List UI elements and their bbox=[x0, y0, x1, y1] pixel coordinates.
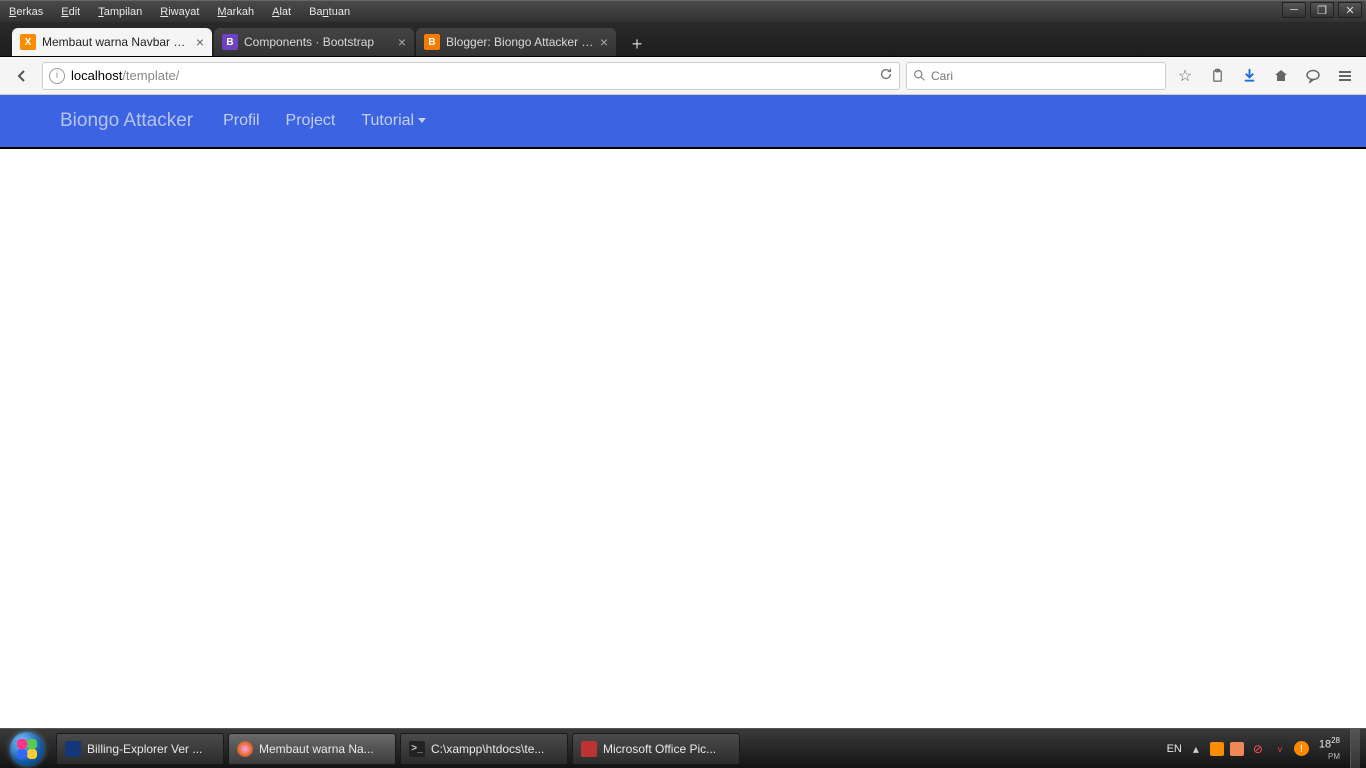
home-icon[interactable] bbox=[1268, 63, 1294, 89]
menu-tampilan[interactable]: Tampilan bbox=[89, 6, 151, 18]
navbar-brand[interactable]: Biongo Attacker bbox=[60, 110, 193, 132]
language-indicator[interactable]: EN bbox=[1167, 743, 1182, 755]
downloads-icon[interactable] bbox=[1236, 63, 1262, 89]
mspicture-icon bbox=[581, 741, 597, 757]
window-minimize-button[interactable]: ─ bbox=[1282, 2, 1306, 18]
windows-taskbar: Billing-Explorer Ver ... Membaut warna N… bbox=[0, 728, 1366, 768]
tab-strip: X Membaut warna Navbar me... × B Compone… bbox=[0, 22, 1366, 57]
taskbar-label: Membaut warna Na... bbox=[259, 742, 374, 756]
tray-app-icon[interactable] bbox=[1230, 742, 1244, 756]
system-tray: EN ▴ ⊘ v ! 1828 PM bbox=[1167, 729, 1366, 768]
taskbar-button-billing[interactable]: Billing-Explorer Ver ... bbox=[56, 733, 224, 765]
menu-alat[interactable]: Alat bbox=[263, 6, 300, 18]
browser-tab-0[interactable]: X Membaut warna Navbar me... × bbox=[12, 28, 212, 56]
clock-min: 28 bbox=[1331, 736, 1340, 745]
close-tab-icon[interactable]: × bbox=[398, 34, 406, 50]
back-button[interactable] bbox=[8, 62, 36, 90]
taskbar-label: Microsoft Office Pic... bbox=[603, 742, 716, 756]
taskbar-button-mspicture[interactable]: Microsoft Office Pic... bbox=[572, 733, 740, 765]
clock-ampm: PM bbox=[1319, 751, 1340, 762]
blogger-icon: B bbox=[424, 34, 440, 50]
taskbar-label: Billing-Explorer Ver ... bbox=[87, 742, 202, 756]
caret-down-icon bbox=[418, 118, 426, 123]
nav-link-label: Tutorial bbox=[361, 112, 414, 129]
tab-label: Components · Bootstrap bbox=[244, 35, 392, 49]
windows-orb-icon bbox=[10, 732, 44, 766]
page-viewport: Biongo Attacker Profil Project Tutorial bbox=[0, 95, 1366, 728]
url-path: /template/ bbox=[122, 68, 179, 83]
nav-link-tutorial[interactable]: Tutorial bbox=[361, 112, 426, 130]
search-icon bbox=[913, 69, 926, 82]
tray-chevron-icon[interactable]: ▴ bbox=[1188, 741, 1204, 757]
hamburger-menu-icon[interactable] bbox=[1332, 63, 1358, 89]
browser-tab-2[interactable]: B Blogger: Biongo Attacker - ... × bbox=[416, 28, 616, 56]
url-host: localhost bbox=[71, 68, 122, 83]
taskbar-clock[interactable]: 1828 PM bbox=[1315, 735, 1344, 762]
app-icon bbox=[65, 741, 81, 757]
xampp-icon: X bbox=[20, 34, 36, 50]
nav-link-project[interactable]: Project bbox=[286, 112, 336, 130]
site-info-icon[interactable]: i bbox=[49, 68, 65, 84]
search-box[interactable] bbox=[906, 62, 1166, 90]
console-icon: >_ bbox=[409, 741, 425, 757]
tab-label: Membaut warna Navbar me... bbox=[42, 35, 190, 49]
menu-markah[interactable]: Markah bbox=[208, 6, 263, 18]
bootstrap-navbar: Biongo Attacker Profil Project Tutorial bbox=[0, 95, 1366, 149]
firefox-icon bbox=[237, 741, 253, 757]
show-desktop-button[interactable] bbox=[1350, 729, 1360, 768]
taskbar-label: C:\xampp\htdocs\te... bbox=[431, 742, 544, 756]
tray-shield-icon[interactable]: v bbox=[1272, 741, 1288, 757]
menu-edit[interactable]: Edit bbox=[52, 6, 89, 18]
tab-label: Blogger: Biongo Attacker - ... bbox=[446, 35, 594, 49]
window-restore-button[interactable]: ❐ bbox=[1310, 2, 1334, 18]
browser-tab-1[interactable]: B Components · Bootstrap × bbox=[214, 28, 414, 56]
close-tab-icon[interactable]: × bbox=[196, 34, 204, 50]
taskbar-button-cmd[interactable]: >_ C:\xampp\htdocs\te... bbox=[400, 733, 568, 765]
clipboard-icon[interactable] bbox=[1204, 63, 1230, 89]
tray-xampp-icon[interactable] bbox=[1210, 742, 1224, 756]
close-tab-icon[interactable]: × bbox=[600, 34, 608, 50]
nav-toolbar: i localhost/template/ ☆ bbox=[0, 57, 1366, 95]
menu-bantuan[interactable]: Bantuan bbox=[300, 6, 359, 18]
tray-alert-icon[interactable]: ! bbox=[1294, 741, 1309, 756]
taskbar-button-firefox[interactable]: Membaut warna Na... bbox=[228, 733, 396, 765]
search-input[interactable] bbox=[931, 69, 1159, 83]
firefox-menubar: Berkas Edit Tampilan Riwayat Markah Alat… bbox=[0, 0, 1366, 22]
bootstrap-icon: B bbox=[222, 34, 238, 50]
reload-button[interactable] bbox=[879, 67, 893, 84]
clock-hour: 18 bbox=[1319, 739, 1331, 751]
address-bar[interactable]: i localhost/template/ bbox=[42, 62, 900, 90]
tray-blocked-icon[interactable]: ⊘ bbox=[1250, 741, 1266, 757]
new-tab-button[interactable]: + bbox=[624, 32, 650, 56]
menu-riwayat[interactable]: Riwayat bbox=[151, 6, 208, 18]
chat-icon[interactable] bbox=[1300, 63, 1326, 89]
menu-berkas[interactable]: Berkas bbox=[0, 6, 52, 18]
bookmark-star-icon[interactable]: ☆ bbox=[1172, 63, 1198, 89]
window-close-button[interactable]: ✕ bbox=[1338, 2, 1362, 18]
start-button[interactable] bbox=[0, 729, 54, 768]
nav-link-profil[interactable]: Profil bbox=[223, 112, 259, 130]
